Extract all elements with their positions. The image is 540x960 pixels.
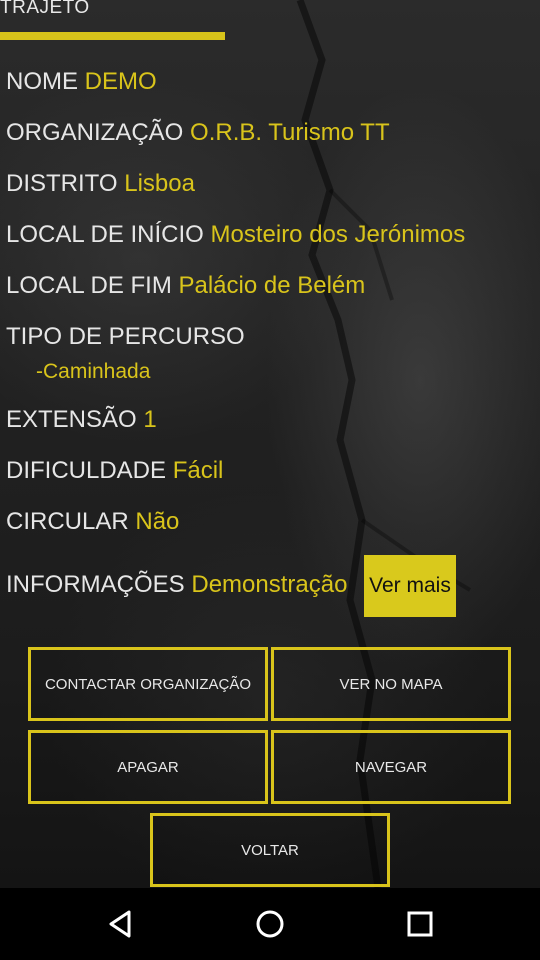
field-value: O.R.B. Turismo TT	[190, 119, 390, 146]
field-label: TIPO DE PERCURSO	[6, 323, 245, 350]
field-distrito: DISTRITO Lisboa	[6, 170, 195, 198]
field-label: ORGANIZAÇÃO	[6, 119, 184, 146]
field-extensao: EXTENSÃO 1	[6, 406, 157, 434]
triangle-back-icon	[109, 910, 131, 938]
field-value: Mosteiro dos Jerónimos	[210, 221, 466, 248]
square-recents-icon	[407, 911, 433, 937]
field-local-fim: LOCAL DE FIM Palácio de Belém	[6, 272, 365, 300]
navegar-button[interactable]: NAVEGAR	[271, 730, 511, 804]
field-label: LOCAL DE FIM	[6, 272, 172, 299]
nav-home-button[interactable]	[220, 888, 320, 960]
field-circular: CIRCULAR Não	[6, 508, 179, 536]
field-label: INFORMAÇÕES	[6, 571, 185, 598]
field-dificuldade: DIFICULDADE Fácil	[6, 457, 223, 485]
field-tipo-percurso-value: -Caminhada	[36, 360, 151, 383]
nav-back-button[interactable]	[70, 888, 170, 960]
title-underline	[0, 32, 225, 40]
ver-mais-button[interactable]: Ver mais	[364, 555, 456, 617]
field-label: DISTRITO	[6, 170, 118, 197]
field-value: Não	[135, 508, 180, 535]
field-tipo-percurso: TIPO DE PERCURSO	[6, 323, 245, 351]
page-title: TRAJETO	[0, 0, 90, 18]
field-value: Fácil	[172, 457, 224, 484]
field-local-inicio: LOCAL DE INÍCIO Mosteiro dos Jerónimos	[6, 221, 465, 249]
field-value: 1	[143, 406, 157, 433]
field-value: Demonstração	[191, 571, 348, 598]
field-value: Palácio de Belém	[178, 272, 366, 299]
system-navigation-bar	[0, 888, 540, 960]
field-label: CIRCULAR	[6, 508, 129, 535]
field-value: DEMO	[84, 68, 157, 95]
field-value: Lisboa	[124, 170, 195, 197]
ver-no-mapa-button[interactable]: VER NO MAPA	[271, 647, 511, 721]
field-label: EXTENSÃO	[6, 406, 137, 433]
field-nome: NOME DEMO	[6, 68, 157, 96]
field-informacoes: INFORMAÇÕES Demonstração	[6, 571, 347, 599]
contactar-organizacao-button[interactable]: CONTACTAR ORGANIZAÇÃO	[28, 647, 268, 721]
circle-home-icon	[256, 910, 284, 938]
field-label: LOCAL DE INÍCIO	[6, 221, 204, 248]
field-organizacao: ORGANIZAÇÃO O.R.B. Turismo TT	[6, 119, 390, 147]
voltar-button[interactable]: VOLTAR	[150, 813, 390, 887]
apagar-button[interactable]: APAGAR	[28, 730, 268, 804]
field-label: NOME	[6, 68, 78, 95]
field-label: DIFICULDADE	[6, 457, 167, 484]
nav-recents-button[interactable]	[370, 888, 470, 960]
